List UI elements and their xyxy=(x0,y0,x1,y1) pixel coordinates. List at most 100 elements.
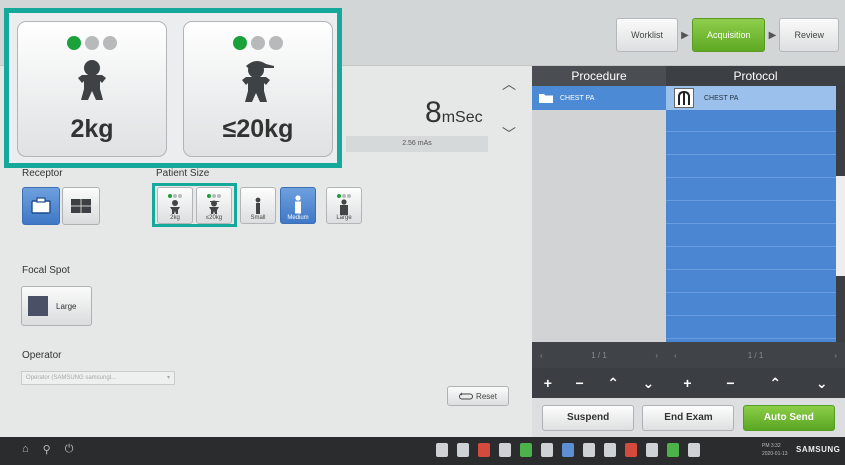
brand-logo: SAMSUNG xyxy=(796,445,841,454)
size-caption: ≤20kg xyxy=(205,215,223,221)
protocol-list-controls: + − ⌃ ⌄ xyxy=(666,368,845,398)
protocol-list: CHEST PA xyxy=(666,86,836,342)
step-arrow-icon: ▶ xyxy=(768,29,777,41)
infant-icon xyxy=(78,60,106,100)
size-indicator-dots xyxy=(337,194,351,198)
chest-thumbnail-icon xyxy=(674,88,694,108)
reset-button[interactable]: Reset xyxy=(447,386,509,406)
size-indicator-dots xyxy=(18,36,166,50)
size-indicator-dots xyxy=(168,194,182,198)
patient-size-medium-button[interactable]: Medium xyxy=(280,187,316,224)
edit-icon[interactable] xyxy=(625,443,637,457)
procedure-page-indicator: 1 / 1 xyxy=(591,350,607,360)
monitor-icon[interactable] xyxy=(499,443,511,457)
operator-select[interactable]: Operator (SAMSUNG samsungl... ▾ xyxy=(21,371,175,385)
end-exam-button[interactable]: End Exam xyxy=(642,404,735,431)
taskbar-left-tools: ⌂ ⚲ ⏻ xyxy=(22,443,73,456)
patient-size-2kg-button[interactable]: 2kg xyxy=(157,187,193,224)
move-up-icon[interactable]: ⌃ xyxy=(769,375,781,392)
exposure-time-unit: mSec xyxy=(441,109,483,126)
reset-label: Reset xyxy=(476,391,497,401)
display-icon[interactable] xyxy=(478,443,490,457)
auto-send-button[interactable]: Auto Send xyxy=(742,404,835,431)
next-page-icon[interactable]: › xyxy=(655,351,658,360)
receptor-detector-2-button[interactable] xyxy=(62,187,100,225)
procedure-header: Procedure xyxy=(532,66,666,86)
chevron-down-icon[interactable]: ﹀ xyxy=(500,124,518,144)
small-person-icon xyxy=(255,197,261,214)
procedure-protocol-panel: Procedure Protocol CHEST PA CHEST PA ‹ 1… xyxy=(532,66,845,437)
protocol-item-label: CHEST PA xyxy=(704,94,739,102)
screen-icon[interactable] xyxy=(562,443,574,457)
heat-unit-icon xyxy=(667,443,679,457)
large-person-icon xyxy=(340,199,348,215)
power-icon[interactable]: ⏻ xyxy=(65,443,74,456)
folder-icon xyxy=(539,94,553,103)
move-down-icon[interactable]: ⌄ xyxy=(816,375,828,392)
review-button[interactable]: Review xyxy=(779,18,839,52)
size-indicator-dots xyxy=(184,36,332,50)
tools-icon[interactable] xyxy=(457,443,469,457)
network-icon xyxy=(520,443,532,457)
zoom-tile-caption: 2kg xyxy=(70,115,114,143)
tube-icon xyxy=(646,443,658,457)
add-icon[interactable]: + xyxy=(683,375,691,391)
protocol-pager: ‹ 1 / 1 › xyxy=(666,342,845,368)
patient-size-large-button[interactable]: Large xyxy=(326,187,362,224)
focal-spot-swatch xyxy=(28,296,48,316)
size-caption: 2kg xyxy=(170,215,180,221)
detector-icon xyxy=(31,197,51,214)
operator-label: Operator xyxy=(22,350,62,361)
operator-value: Operator (SAMSUNG samsungl... xyxy=(26,375,117,381)
workflow-steps: Worklist ▶ Acquisition ▶ Review xyxy=(616,18,839,52)
taskbar-status-icons xyxy=(436,443,700,457)
patient-size-20kg-button[interactable]: ≤20kg xyxy=(196,187,232,224)
storage-icon xyxy=(688,443,700,457)
focal-spot-value: Large xyxy=(56,301,77,311)
protocol-item[interactable]: CHEST PA xyxy=(666,86,836,110)
system-taskbar: ⌂ ⚲ ⏻ PM 3:32 2020-01-13 SAMSUNG xyxy=(0,437,845,465)
patient-size-small-button[interactable]: Small xyxy=(240,187,276,224)
procedure-item[interactable]: CHEST PA xyxy=(532,86,666,110)
clock-time: PM 3:32 xyxy=(762,443,781,449)
medium-person-icon xyxy=(295,195,301,214)
size-caption: Large xyxy=(336,215,352,221)
move-down-icon[interactable]: ⌄ xyxy=(642,375,654,392)
move-up-icon[interactable]: ⌃ xyxy=(607,375,619,392)
reset-icon xyxy=(459,392,474,399)
zoom-tile-20kg: ≤20kg xyxy=(183,21,333,157)
size-indicator-dots xyxy=(207,194,221,198)
receptor-label: Receptor xyxy=(22,168,63,179)
detector-status-icon xyxy=(604,443,616,457)
chevron-up-icon[interactable]: ︿ xyxy=(500,74,518,94)
exam-actions: Suspend End Exam Auto Send xyxy=(532,398,845,437)
acquisition-button[interactable]: Acquisition xyxy=(691,18,766,52)
worklist-button[interactable]: Worklist xyxy=(616,18,678,52)
settings-icon[interactable] xyxy=(436,443,448,457)
receptor-detector-1-button[interactable] xyxy=(22,187,60,225)
exposure-time-value: 8 xyxy=(425,96,442,129)
focal-spot-label: Focal Spot xyxy=(22,265,70,276)
procedure-list-controls: + − ⌃ ⌄ xyxy=(532,368,666,398)
procedure-pager: ‹ 1 / 1 › xyxy=(532,342,666,368)
prev-page-icon[interactable]: ‹ xyxy=(540,351,543,360)
remove-icon[interactable]: − xyxy=(575,375,583,391)
mas-readout: 2.56 mAs xyxy=(346,136,488,152)
suspend-button[interactable]: Suspend xyxy=(542,404,635,431)
focal-spot-button[interactable]: Large xyxy=(21,286,92,326)
next-page-icon[interactable]: › xyxy=(834,351,837,360)
protocol-header: Protocol xyxy=(666,66,845,86)
patient-size-label: Patient Size xyxy=(156,168,210,179)
clock-date: 2020-01-13 xyxy=(762,451,788,457)
print-icon[interactable] xyxy=(583,443,595,457)
prev-page-icon[interactable]: ‹ xyxy=(674,351,677,360)
zoom-tile-2kg: 2kg xyxy=(17,21,167,157)
infant-icon xyxy=(170,200,180,214)
home-icon[interactable]: ⌂ xyxy=(22,443,29,456)
panel-side-tab[interactable] xyxy=(836,176,845,276)
search-icon[interactable]: ⚲ xyxy=(43,443,51,456)
add-icon[interactable]: + xyxy=(544,375,552,391)
size-caption: Small xyxy=(250,215,266,221)
remove-icon[interactable]: − xyxy=(726,375,734,391)
grid-detector-icon xyxy=(71,199,91,213)
